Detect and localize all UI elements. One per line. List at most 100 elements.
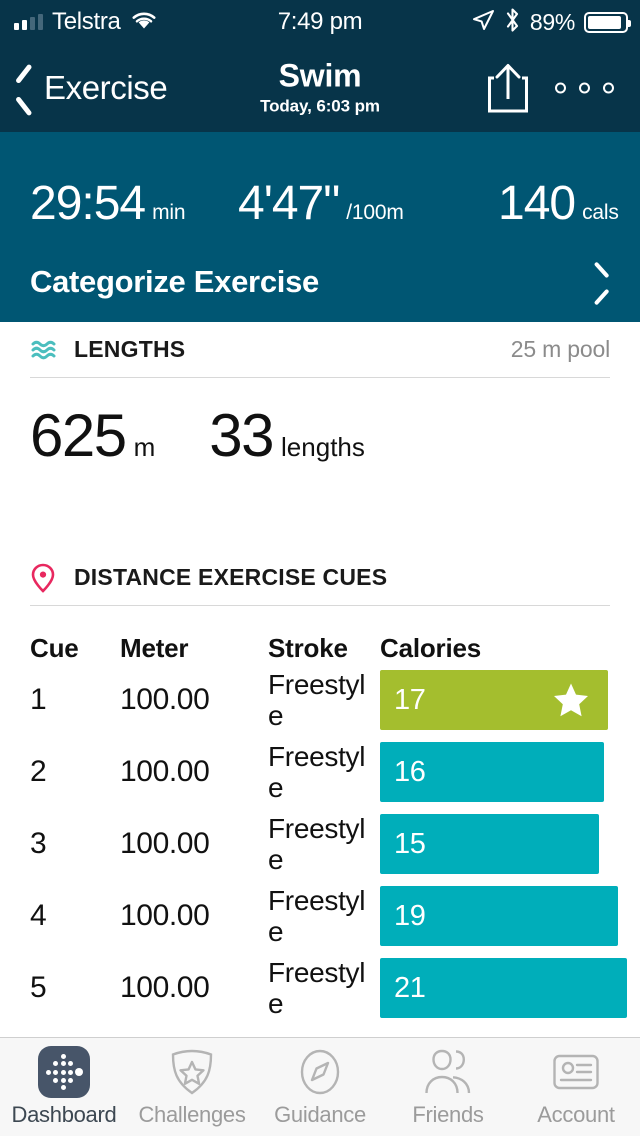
distance-value: 625	[30, 406, 126, 466]
tab-label: Friends	[412, 1102, 483, 1128]
tab-dashboard[interactable]: Dashboard	[0, 1038, 128, 1136]
tab-guidance[interactable]: Guidance	[256, 1038, 384, 1136]
star-icon	[552, 681, 590, 719]
chevron-right-icon	[594, 267, 610, 297]
calories-bar: 19	[380, 886, 618, 946]
cell-calories: 17	[380, 670, 610, 730]
waves-icon	[30, 335, 60, 365]
cell-cue: 3	[30, 827, 120, 861]
share-icon	[486, 62, 530, 114]
fitbit-dots-icon	[38, 1046, 90, 1098]
table-row[interactable]: 1100.00Freestyle 17	[30, 664, 610, 736]
calories-bar-value: 16	[394, 756, 425, 789]
stat-pace-unit: /100m	[346, 201, 403, 225]
calories-bar-value: 17	[394, 684, 425, 717]
cues-table-body: 1100.00Freestyle172100.00Freestyle163100…	[30, 664, 610, 1024]
id-card-icon	[551, 1048, 601, 1096]
bottom-tab-bar: Dashboard Challenges Guidance Friends Accoun…	[0, 1037, 640, 1136]
cell-calories: 16	[380, 742, 610, 802]
pool-size-label: 25 m pool	[511, 336, 610, 363]
tab-friends[interactable]: Friends	[384, 1038, 512, 1136]
tab-challenges[interactable]: Challenges	[128, 1038, 256, 1136]
people-icon	[423, 1046, 473, 1098]
tab-label: Account	[537, 1102, 614, 1128]
exercise-detail-screen: Telstra 7:49 pm 89% Exercise	[0, 0, 640, 1136]
cell-meter: 100.00	[120, 827, 268, 861]
distance-unit: m	[134, 432, 156, 463]
column-header-meter: Meter	[120, 633, 268, 664]
table-row[interactable]: 2100.00Freestyle 16	[30, 736, 610, 808]
cell-stroke: Freestyle	[268, 957, 380, 1020]
nav-title-group: Swim Today, 6:03 pm	[0, 60, 640, 117]
tab-label: Guidance	[274, 1102, 366, 1128]
categorize-exercise-label: Categorize Exercise	[30, 264, 319, 300]
battery-icon	[584, 12, 628, 33]
lengths-section-title: LENGTHS	[74, 336, 185, 363]
calories-bar: 16	[380, 742, 604, 802]
shield-star-icon	[167, 1046, 217, 1098]
compass-icon	[295, 1046, 345, 1098]
stat-calories: 140 cals	[498, 180, 619, 228]
table-row[interactable]: 4100.00Freestyle19	[30, 880, 610, 952]
calories-bar: 17	[380, 670, 608, 730]
people-icon	[423, 1048, 473, 1096]
cell-stroke: Freestyle	[268, 741, 380, 804]
cues-table: Cue Meter Stroke Calories 1100.00Freesty…	[30, 606, 610, 1024]
cell-meter: 100.00	[120, 683, 268, 717]
cues-table-header: Cue Meter Stroke Calories	[30, 606, 610, 664]
more-dot-icon	[603, 83, 614, 94]
column-header-calories: Calories	[380, 633, 610, 664]
cell-meter: 100.00	[120, 755, 268, 789]
column-header-stroke: Stroke	[268, 633, 380, 664]
lengths-section-header: LENGTHS 25 m pool	[30, 322, 610, 378]
more-options-button[interactable]	[555, 83, 614, 94]
more-dot-icon	[579, 83, 590, 94]
lengths-values: 625 m 33 lengths	[30, 406, 640, 466]
stat-duration: 29:54 min	[30, 180, 185, 228]
more-dot-icon	[555, 83, 566, 94]
summary-stats-band: 29:54 min 4'47" /100m 140 cals Categoriz…	[0, 132, 640, 322]
location-pin-icon	[30, 563, 60, 593]
page-subtitle: Today, 6:03 pm	[0, 96, 640, 116]
cell-stroke: Freestyle	[268, 885, 380, 948]
cell-cue: 2	[30, 755, 120, 789]
compass-icon	[295, 1048, 345, 1096]
tab-account[interactable]: Account	[512, 1038, 640, 1136]
lengths-count-value: 33	[209, 406, 273, 466]
stat-duration-unit: min	[152, 201, 185, 225]
tab-label: Challenges	[138, 1102, 245, 1128]
cell-meter: 100.00	[120, 971, 268, 1005]
stat-calories-value: 140	[498, 180, 575, 228]
cell-calories: 21	[380, 958, 627, 1018]
stat-pace: 4'47" /100m	[238, 180, 404, 228]
battery-percent-label: 89%	[530, 9, 575, 36]
location-arrow-icon	[471, 8, 495, 37]
bluetooth-icon	[504, 7, 521, 38]
calories-bar-value: 19	[394, 900, 425, 933]
cell-stroke: Freestyle	[268, 669, 380, 732]
calories-bar-value: 21	[394, 972, 425, 1005]
table-row[interactable]: 3100.00Freestyle 15	[30, 808, 610, 880]
cell-cue: 1	[30, 683, 120, 717]
share-button[interactable]	[486, 62, 530, 114]
status-bar: Telstra 7:49 pm 89%	[0, 0, 640, 44]
cell-calories: 15	[380, 814, 610, 874]
column-header-cue: Cue	[30, 633, 120, 664]
stat-calories-unit: cals	[582, 201, 619, 225]
shield-star-icon	[167, 1048, 217, 1096]
tab-label: Dashboard	[12, 1102, 117, 1128]
lengths-section: LENGTHS 25 m pool 625 m 33 lengths	[0, 322, 640, 532]
calories-bar-value: 15	[394, 828, 425, 861]
nav-bar: Exercise Swim Today, 6:03 pm	[0, 44, 640, 132]
table-row[interactable]: 5100.00Freestyle21	[30, 952, 610, 1024]
categorize-exercise-button[interactable]: Categorize Exercise	[0, 247, 640, 317]
cues-section-title: DISTANCE EXERCISE CUES	[74, 564, 387, 591]
lengths-count-unit: lengths	[281, 432, 365, 463]
status-bar-right: 89%	[471, 7, 640, 38]
id-card-icon	[551, 1046, 601, 1098]
cues-section-header: DISTANCE EXERCISE CUES	[30, 550, 610, 606]
stat-pace-value: 4'47"	[238, 180, 339, 228]
calories-bar: 15	[380, 814, 599, 874]
cell-cue: 4	[30, 899, 120, 933]
cell-stroke: Freestyle	[268, 813, 380, 876]
